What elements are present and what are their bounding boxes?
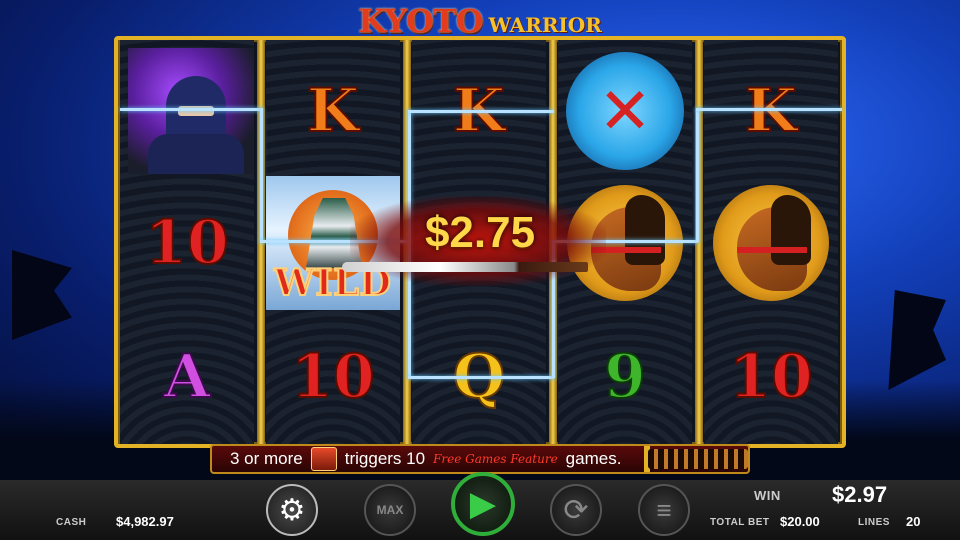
feature-info-bar: 3 or more triggers 10 Free Games Feature… [210,444,750,474]
symbol-horse [704,176,838,310]
feature-text-after: games. [565,449,622,468]
symbol-a: A [120,310,254,444]
play-icon: ▶ [469,485,497,523]
total-bet-label: TOTAL BET [710,517,770,528]
refresh-icon: ⟳ [563,493,589,527]
feature-script-text: Free Games Feature [433,452,558,466]
lines-value: 20 [906,514,921,529]
symbol-ten: 10 [120,176,254,310]
coin-stack-icon: ≡ [656,494,672,525]
katana-hilt-icon [648,449,748,469]
lines-label: LINES [858,517,890,528]
payline-segment [260,108,263,242]
horse-icon [713,185,829,301]
autoplay-button[interactable]: ⟳ [550,484,602,536]
symbol-nine: 9 [558,310,692,444]
cash-value: $4,982.97 [116,514,174,529]
payline-segment [696,108,842,111]
symbol-ten: 10 [704,310,838,444]
symbol-k-label: K [744,75,798,147]
symbol-k: K [266,44,400,178]
feature-text-middle: triggers 10 [344,449,426,468]
win-amount-popup: $2.75 [424,208,536,257]
symbol-nine-label: 9 [603,341,647,413]
settings-button[interactable]: ⚙ [266,484,318,536]
max-bet-button[interactable]: MAX [364,484,416,536]
symbol-ten-label: 10 [290,341,375,413]
logo-warrior: WARRIOR [488,13,602,37]
symbol-k-label: K [306,75,360,147]
symbol-ten: 10 [266,310,400,444]
payline-segment [120,108,262,111]
symbol-ten-label: 10 [728,341,813,413]
coin-value-button[interactable]: ≡ [638,484,690,536]
total-bet-value: $20.00 [780,514,820,529]
gear-icon: ⚙ [278,493,306,527]
payline-segment [408,110,554,113]
katana-icon [342,262,588,272]
crossed-kunai-icon: ✕ [566,52,684,170]
cash-label: CASH [56,517,87,528]
max-bet-label: MAX [376,503,404,517]
win-value: $2.97 [832,482,888,507]
win-label: WIN [754,488,781,503]
payline-segment [696,108,699,242]
scatter-icon [310,447,337,471]
logo-kyoto: KYOTO [358,2,483,40]
spin-button[interactable]: ▶ [451,472,515,536]
symbol-a-label: A [163,341,212,413]
control-bar: CASH $4,982.97 ⚙ MAX ▶ ⟳ ≡ WIN $2.97 TOT… [0,472,960,540]
feature-text-before: 3 or more [230,449,303,468]
symbol-kunai: ✕ [558,44,692,178]
symbol-ninja [124,44,258,178]
payline-segment [408,376,554,379]
symbol-k: K [704,44,838,178]
symbol-ten-label: 10 [144,207,229,279]
